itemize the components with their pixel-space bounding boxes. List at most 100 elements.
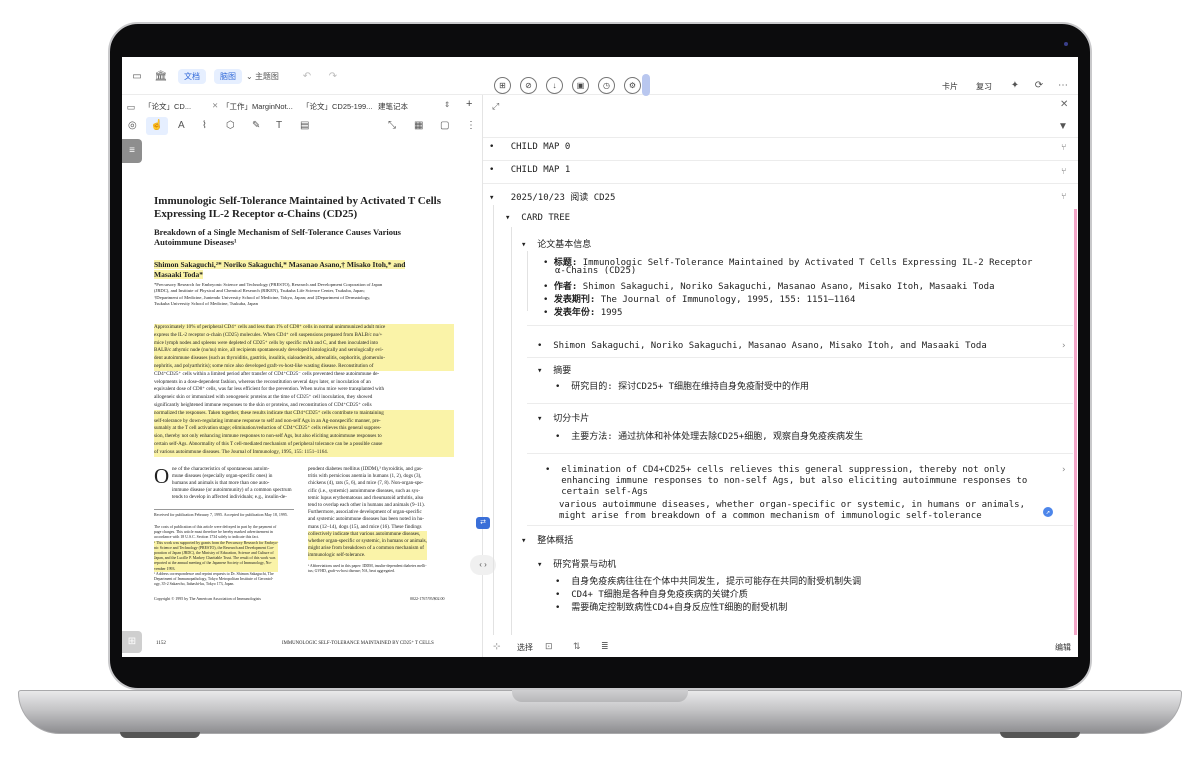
chevron-right-icon[interactable]: › xyxy=(1061,465,1066,475)
notes-icon[interactable]: ▦ xyxy=(414,120,423,131)
close-icon[interactable]: ✕ xyxy=(212,101,218,110)
text-line: Tsukuba University School of Medicine, T… xyxy=(154,300,258,306)
pdf-more-icon[interactable]: ⋮ xyxy=(466,120,476,131)
lasso-icon[interactable]: ⌇ xyxy=(202,120,207,131)
tree-node-card-tree[interactable]: ▾ CARD TREE xyxy=(505,213,570,223)
tab-document[interactable]: 文档 xyxy=(178,69,206,84)
tree-node-date[interactable]: ▾ 2025/10/23 阅读 CD25 xyxy=(489,190,615,203)
sparkle-icon[interactable]: ✦ xyxy=(1008,78,1022,92)
expand-icon[interactable]: ⤢ xyxy=(492,101,499,112)
tab-scroll-icon[interactable]: ⇕ xyxy=(444,100,450,109)
text-line: CD4⁺CD25⁺ cells within a limited period … xyxy=(154,370,380,377)
sort-icon[interactable]: ⇅ xyxy=(573,641,581,652)
info-journal: • 发表期刊: The Journal of Immunology, 1995,… xyxy=(543,295,856,305)
tab-doc-3[interactable]: 「论文」CD25-199... xyxy=(302,101,380,112)
grid-icon[interactable]: ⊞ xyxy=(122,631,142,653)
tab-doc-1[interactable]: 「论文」CD... xyxy=(144,101,214,112)
paper-subtitle: Breakdown of a Single Mechanism of Self-… xyxy=(154,227,401,247)
add-tab-icon[interactable]: + xyxy=(466,98,472,110)
tab-doc-2[interactable]: 「工作」MarginNot... xyxy=(222,101,296,112)
text-line: immune disease (or autoimmunity) of a co… xyxy=(172,486,292,493)
hand-icon[interactable]: ☝ xyxy=(146,117,168,135)
branch-icon[interactable]: ⑂ xyxy=(1061,167,1066,177)
tree-node-authors[interactable]: • Shimon Sakaguchi, Noriko Sakaguchi, Ma… xyxy=(537,341,987,351)
add-node-icon[interactable]: ⊹ xyxy=(493,641,501,652)
card-button[interactable]: 卡片 xyxy=(942,81,958,92)
footnote-rule xyxy=(154,509,294,510)
tree-node-basic-info[interactable]: ▾ 论文基本信息 xyxy=(521,237,591,250)
shape-icon[interactable]: ⬡ xyxy=(226,120,235,131)
node-label: 研究背景与动机 xyxy=(553,560,617,570)
bg-point-3: • 需要确定控制致病性CD4+自身反应性T细胞的耐受机制 xyxy=(555,603,788,613)
issn: 0022-1767/95/$02.00 xyxy=(410,596,445,601)
tree-node-child0[interactable]: • CHILD MAP 0 xyxy=(489,142,570,152)
close-panel-icon[interactable]: ✕ xyxy=(1060,99,1068,110)
panel-icon[interactable]: ▭ xyxy=(124,100,138,114)
info-value: Shimon Sakaguchi, Noriko Sakaguchi, Masa… xyxy=(582,282,995,292)
abstract-purpose: • 研究目的: 探讨CD25+ T细胞在维持自身免疫耐受中的作用 xyxy=(555,382,810,392)
tree-node-abstract[interactable]: ▾ 摘要 xyxy=(537,363,571,376)
pen-icon[interactable]: ✎ xyxy=(252,120,260,131)
node-label: CHILD MAP 1 xyxy=(510,165,571,175)
card-accent-bar xyxy=(1074,209,1077,635)
paper-column-1: ne of the characteristics of spontaneous… xyxy=(172,466,292,501)
target-icon[interactable]: ◎ xyxy=(128,120,137,131)
text-line: mans (12–14), dogs (15), and mice (16). … xyxy=(308,523,422,530)
download-icon[interactable]: ↓ xyxy=(546,77,563,94)
text-line: dent autoimmune diseases (such as thyroi… xyxy=(154,355,454,363)
bg-point-2: • CD4+ T细胞是各种自身免疫疾病的关键介质 xyxy=(555,590,748,600)
review-button[interactable]: 复习 xyxy=(976,81,992,92)
text-line: equivalent dose of CD8⁺ cells, was far l… xyxy=(154,386,385,393)
abbreviations-note: ³ Abbreviations used in this paper: IDDM… xyxy=(308,564,427,574)
panel-handle[interactable] xyxy=(642,74,650,96)
tree-node-overview[interactable]: ▾ 整体概括 xyxy=(521,533,573,546)
tree-node-cut-card[interactable]: ▾ 切分卡片 xyxy=(537,411,589,424)
sidebar-icon[interactable]: ▭ xyxy=(130,69,144,83)
redo-icon[interactable]: ↷ xyxy=(326,69,340,83)
library-icon[interactable]: 🏛 xyxy=(154,69,168,83)
laptop-notch xyxy=(512,690,688,702)
screenshot-icon[interactable]: ▤ xyxy=(300,120,309,131)
edit-button[interactable]: 编辑 xyxy=(1055,642,1071,653)
node-label: 主要方法: 通过抗体和补体处理去除CD25+细胞, 观察自身免疫疾病发生 xyxy=(571,432,864,442)
text-line: ogy, 35-2 Sakaecho, Itabashi-ku, Tokyo 1… xyxy=(154,582,235,587)
tree-node-elimination[interactable]: • elimination of CD4+CD25+ cells relieve… xyxy=(545,465,1027,498)
tab-notebook[interactable]: 建笔记本 xyxy=(378,101,428,112)
text-line: cific (i.e., systemic) autoimmune diseas… xyxy=(308,487,420,494)
tree-node-background[interactable]: ▾ 研究背景与动机 xyxy=(537,557,616,570)
bookmark-icon[interactable]: ▢ xyxy=(440,120,449,131)
more-icon[interactable]: ⋯ xyxy=(1056,78,1070,92)
text-line: mune diseases (especially organ-specific… xyxy=(172,472,273,479)
text-line: reported at the annual meeting of the Ja… xyxy=(154,561,279,567)
textbox-icon[interactable]: T xyxy=(276,120,282,131)
tab-mindmap[interactable]: 脑图 xyxy=(214,69,242,84)
bg-point-1: • 自身免疫疾病往往在个体中共同发生, 提示可能存在共同的耐受机制失调 xyxy=(555,577,862,587)
select-button[interactable]: 选择 xyxy=(517,642,533,653)
clock-icon[interactable]: ◷ xyxy=(598,77,615,94)
settings-icon[interactable]: ⚙ xyxy=(624,77,641,94)
text-line: humans and animals is that more than one… xyxy=(172,479,270,486)
undo-icon[interactable]: ↶ xyxy=(300,69,314,83)
text-color-icon[interactable]: A xyxy=(178,120,185,131)
extract-icon[interactable]: ⊞ xyxy=(494,77,511,94)
link-badge-icon[interactable]: ↗ xyxy=(1043,507,1053,517)
hide-icon[interactable]: ⊘ xyxy=(520,77,537,94)
chevron-right-icon[interactable]: › xyxy=(1061,341,1066,351)
branch-icon[interactable]: ⑂ xyxy=(1061,143,1066,153)
branch-icon[interactable]: ⑂ xyxy=(1061,192,1066,202)
lock-icon[interactable]: ⊡ xyxy=(545,641,553,652)
tree-node-child1[interactable]: • CHILD MAP 1 xyxy=(489,165,570,175)
format-icon[interactable]: ≣ xyxy=(601,641,609,652)
sync-icon[interactable]: ⟳ xyxy=(1032,78,1046,92)
info-authors: • 作者: Shimon Sakaguchi, Noriko Sakaguchi… xyxy=(543,282,995,292)
text-line: and systemic autoimmune diseases has bee… xyxy=(308,516,424,523)
paper-authors-line: Masaaki Toda* xyxy=(154,270,203,279)
separator xyxy=(527,325,1073,326)
node-label: 论文基本信息 xyxy=(537,240,592,250)
text-line: Approximately 10% of peripheral CD4⁺ cel… xyxy=(154,324,454,332)
top-toolbar: ▭ 🏛 文档 脑图 ⌄ 主题图 ↶ ↷ ⊞ ⊘ ↓ ▣ ◷ ⚙ 卡片 复习 ✦ … xyxy=(122,57,1078,96)
fit-icon[interactable]: ⤡ xyxy=(388,120,396,131)
copyright: Copyright © 1995 by The American Associa… xyxy=(154,596,261,601)
image-icon[interactable]: ▣ xyxy=(572,77,589,94)
theme-dropdown[interactable]: ⌄ 主题图 xyxy=(246,71,279,82)
